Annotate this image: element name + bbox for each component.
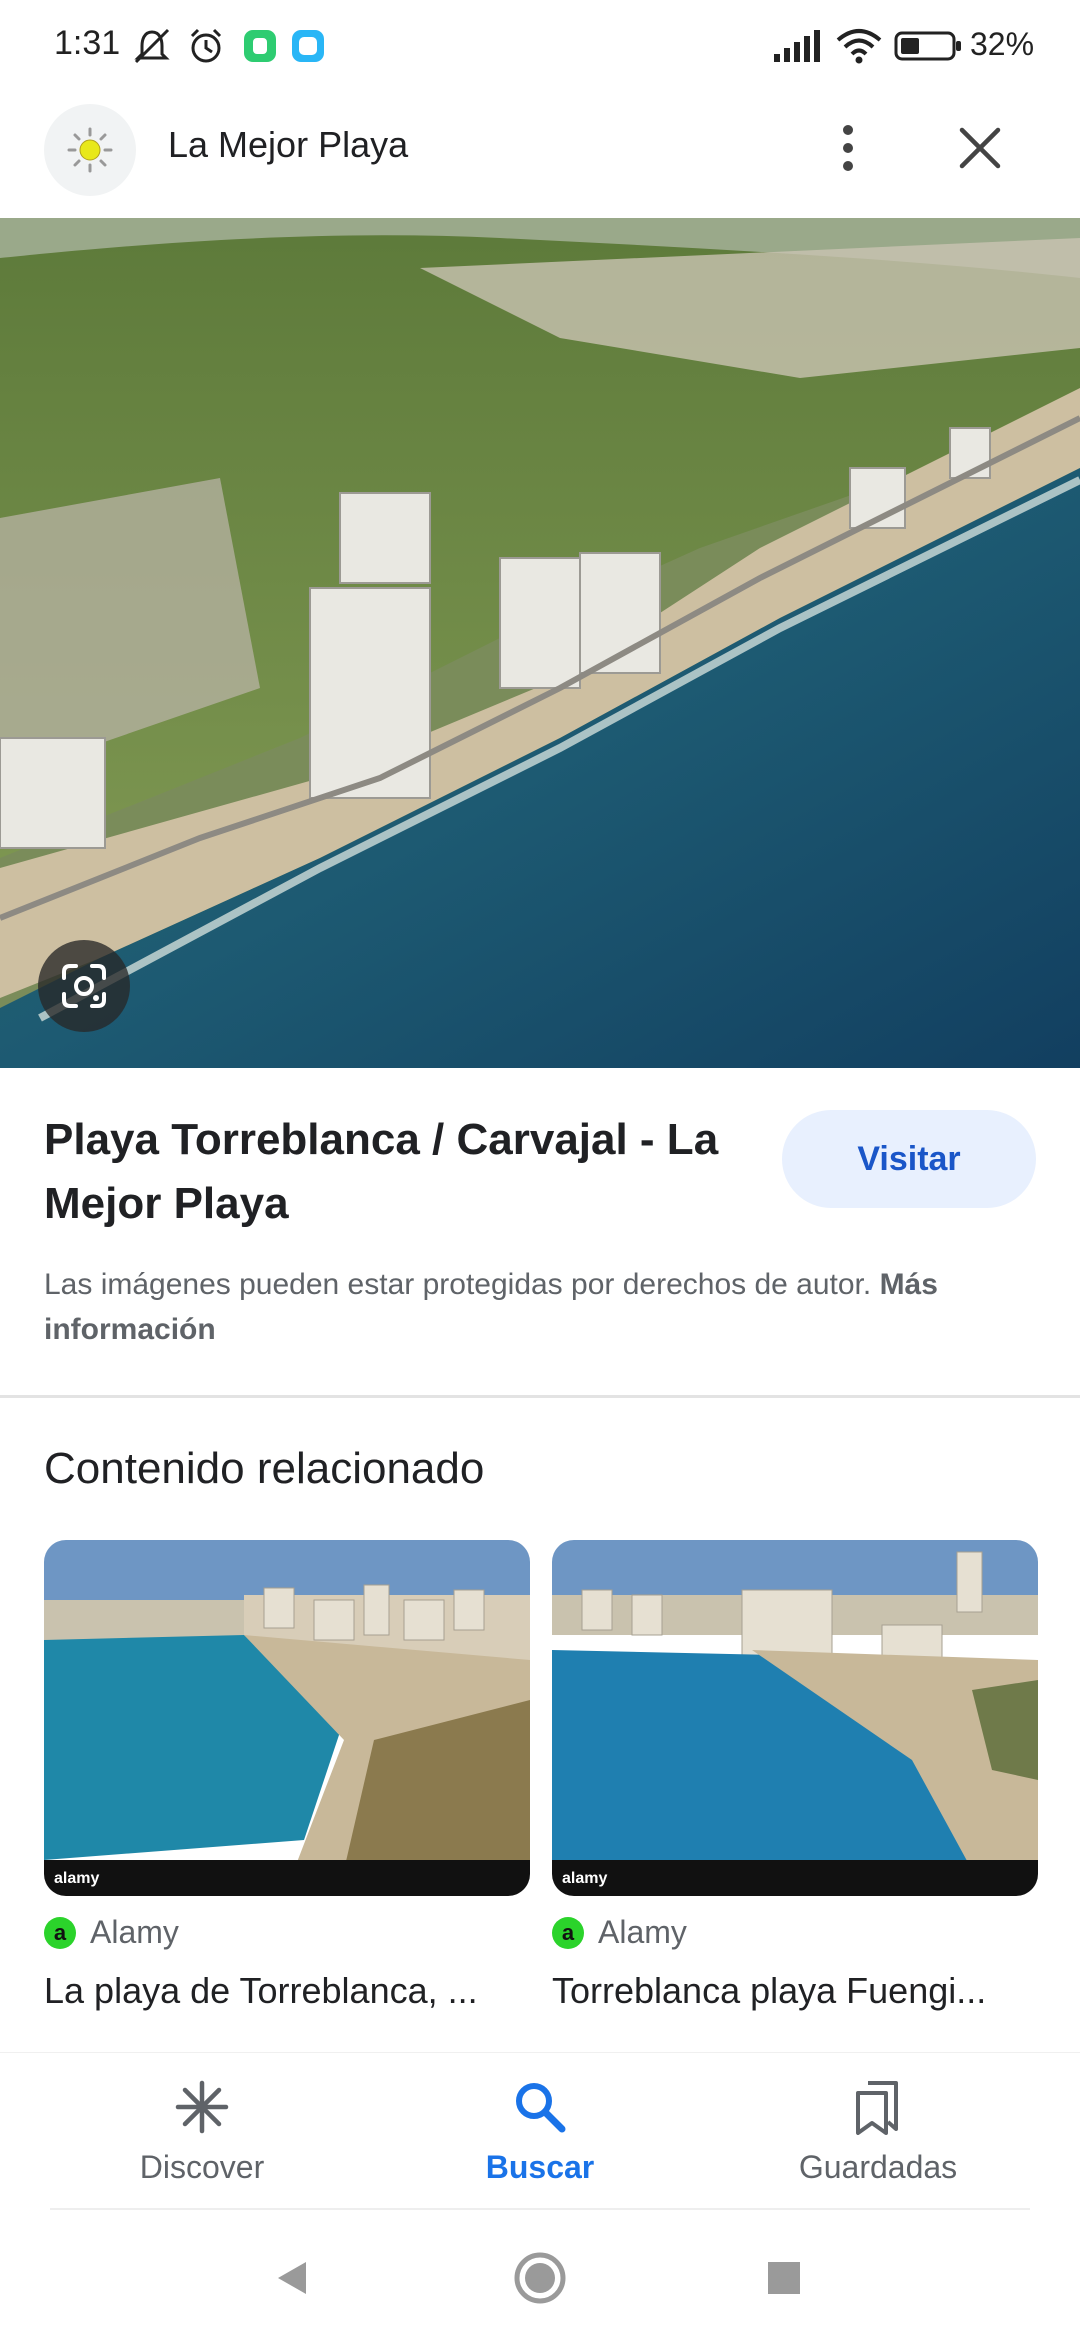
related-card[interactable]: alamy a Alamy Torreblanca playa Fuengi..… — [552, 1540, 1038, 2011]
system-nav-bar — [0, 2212, 1080, 2340]
nav-search[interactable]: Buscar — [390, 2077, 690, 2186]
app-notification-icon — [244, 30, 276, 62]
related-title[interactable]: La playa de Torreblanca, ... — [44, 1970, 530, 2012]
close-icon — [959, 127, 1001, 169]
related-title[interactable]: Torreblanca playa Fuengi... — [552, 1970, 1038, 2012]
asterisk-icon — [175, 2080, 229, 2134]
status-time: 1:31 — [54, 24, 121, 62]
source-name: Alamy — [598, 1914, 687, 1950]
source-logo: a — [44, 1916, 76, 1949]
nav-label: Buscar — [485, 2149, 595, 2185]
section-divider — [0, 1395, 1080, 1398]
status-bar: 1:31 32% — [0, 0, 1080, 96]
site-favicon[interactable] — [44, 104, 136, 196]
more-vert-icon — [843, 125, 853, 171]
source-logo: a — [552, 1916, 584, 1949]
battery-icon — [894, 31, 961, 61]
beach-aerial-image — [0, 218, 1080, 1068]
related-thumbnail[interactable]: alamy — [552, 1540, 1038, 1896]
nav-discover[interactable]: Discover — [52, 2077, 352, 2186]
related-source: a Alamy — [44, 1914, 179, 1951]
beach-photo-1: alamy — [44, 1540, 530, 1896]
beach-photo-2: alamy — [552, 1540, 1038, 1896]
watermark-text: alamy — [562, 1870, 607, 1887]
nav-label: Discover — [139, 2149, 265, 2185]
related-heading: Contenido relacionado — [44, 1444, 485, 1493]
related-source: a Alamy — [552, 1914, 687, 1951]
close-button[interactable] — [950, 116, 1010, 180]
page-title: La Mejor Playa — [168, 124, 409, 165]
app-notification-icon-2 — [292, 30, 324, 62]
nav-divider — [50, 2208, 1030, 2210]
back-icon[interactable] — [270, 2256, 314, 2300]
nav-label: Guardadas — [798, 2149, 958, 2185]
hero-image[interactable] — [0, 218, 1080, 1068]
related-thumbnail[interactable]: alamy — [44, 1540, 530, 1896]
signal-icon — [774, 30, 820, 62]
source-name: Alamy — [90, 1914, 179, 1950]
more-options-button[interactable] — [820, 116, 876, 180]
copyright-notice: Las imágenes pueden estar protegidas por… — [44, 1262, 1044, 1352]
search-icon — [516, 2083, 566, 2133]
related-card[interactable]: alamy a Alamy La playa de Torreblanca, .… — [44, 1540, 530, 2011]
copyright-text: Las imágenes pueden estar protegidas por… — [44, 1268, 880, 1301]
mute-bell-icon — [134, 28, 170, 64]
visit-button[interactable]: Visitar — [782, 1110, 1036, 1208]
nav-saved[interactable]: Guardadas — [728, 2077, 1028, 2186]
google-lens-icon — [62, 964, 106, 1008]
watermark-text: alamy — [54, 1870, 99, 1887]
battery-percent: 32% — [970, 26, 1035, 62]
bottom-nav: Discover Buscar Guardadas — [0, 2052, 1080, 2213]
wifi-icon — [836, 29, 882, 64]
alarm-icon — [190, 28, 222, 63]
result-title: Playa Torreblanca / Carvajal - La Mejor … — [44, 1115, 719, 1228]
recents-icon[interactable] — [764, 2258, 804, 2298]
home-icon[interactable] — [512, 2250, 568, 2306]
bookmarks-icon — [856, 2081, 898, 2135]
lens-search-button[interactable] — [38, 940, 130, 1032]
sun-icon — [67, 127, 113, 173]
